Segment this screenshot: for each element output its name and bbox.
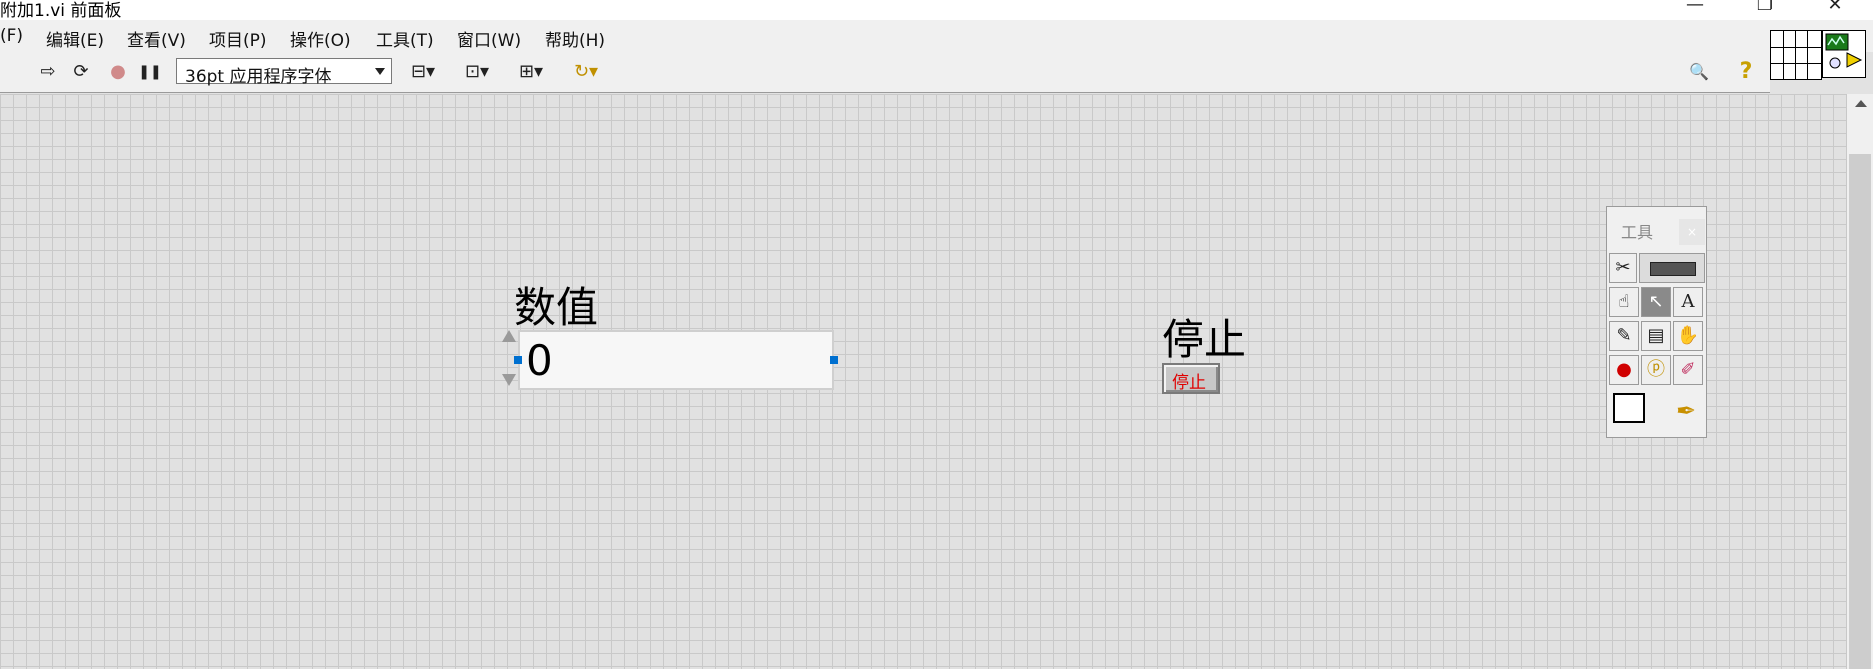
menu-help[interactable]: 帮助(H) (545, 26, 605, 51)
set-color-tool-icon[interactable]: ✒ (1669, 397, 1703, 433)
reorder-icon[interactable]: ↻▾ (566, 60, 606, 84)
connector-pane[interactable] (1770, 30, 1822, 80)
resize-handle-right[interactable] (830, 356, 838, 364)
restore-button[interactable]: ❐ (1740, 0, 1790, 20)
window-title: 附加1.vi 前面板 (0, 1, 122, 21)
menu-edit[interactable]: 编辑(E) (46, 26, 104, 51)
tools-palette-title: 工具 (1621, 223, 1654, 242)
operate-value-tool-icon[interactable]: ☝ (1609, 287, 1639, 317)
resize-objects-icon[interactable]: ⊞▾ (512, 60, 550, 84)
increment-arrow-icon[interactable] (502, 330, 516, 342)
numeric-control-label[interactable]: 数值 (514, 274, 598, 335)
connect-wire-tool-icon[interactable]: ✎ (1609, 321, 1639, 351)
resize-handle-left[interactable] (514, 356, 522, 364)
vertical-scrollbar[interactable] (1846, 94, 1873, 669)
menu-tools[interactable]: 工具(T) (376, 26, 434, 51)
vi-icon[interactable] (1822, 30, 1866, 78)
stop-button-label[interactable]: 停止 (1162, 306, 1246, 367)
title-bar: 附加1.vi 前面板 — ❐ ✕ (0, 0, 1873, 21)
get-color-tool-icon[interactable]: ✐ (1673, 355, 1703, 385)
numeric-value[interactable]: 0 (526, 336, 553, 385)
abort-execution-icon[interactable]: ● (106, 60, 130, 84)
align-objects-icon[interactable]: ⊟▾ (404, 60, 442, 84)
probe-tool-icon[interactable]: ⓟ (1641, 355, 1671, 385)
stop-button-text: 停止 (1172, 373, 1206, 393)
edit-text-tool-icon[interactable]: A (1673, 287, 1703, 317)
menu-bar: (F) 编辑(E) 查看(V) 项目(P) 操作(O) 工具(T) 窗口(W) … (0, 20, 1873, 52)
front-panel-canvas[interactable] (0, 94, 1846, 669)
foreground-color-swatch[interactable] (1613, 393, 1645, 423)
minimize-button[interactable]: — (1670, 0, 1720, 20)
run-continuously-icon[interactable]: ⟳ (68, 60, 94, 84)
chevron-down-icon (375, 68, 385, 75)
object-shortcut-menu-tool-icon[interactable]: ▤ (1641, 321, 1671, 351)
distribute-objects-icon[interactable]: ⊡▾ (458, 60, 496, 84)
scroll-thumb[interactable] (1849, 154, 1871, 669)
pause-icon[interactable]: ❚❚ (138, 60, 162, 84)
menu-project[interactable]: 项目(P) (209, 26, 267, 51)
font-select-value: 36pt 应用程序字体 (185, 67, 332, 87)
color-swatch[interactable] (1609, 389, 1665, 435)
auto-tool-led (1650, 262, 1696, 276)
font-select[interactable]: 36pt 应用程序字体 (176, 58, 392, 87)
breakpoint-tool-icon[interactable]: ● (1609, 355, 1639, 385)
close-button[interactable]: ✕ (1810, 0, 1860, 20)
toolbar: ⇨ ⟳ ● ❚❚ 36pt 应用程序字体 ⊟▾ ⊡▾ ⊞▾ ↻▾ 🔍 ? (0, 52, 1770, 93)
position-select-tool-icon[interactable]: ↖ (1641, 287, 1671, 317)
menu-window[interactable]: 窗口(W) (457, 26, 521, 51)
tools-palette[interactable]: 工具 × ✂ ☝ ↖ A ✎ ▤ ✋ ● ⓟ ✐ ✒ (1606, 206, 1707, 438)
run-icon[interactable]: ⇨ (36, 60, 60, 84)
menu-view[interactable]: 查看(V) (127, 26, 186, 51)
automatic-tool-indicator[interactable] (1639, 253, 1705, 283)
scroll-up-icon[interactable] (1855, 100, 1867, 107)
context-help-icon[interactable]: ? (1734, 60, 1758, 84)
stop-button[interactable]: 停止 (1162, 363, 1220, 394)
search-icon[interactable]: 🔍 (1684, 60, 1714, 84)
numeric-control[interactable]: 0 (518, 330, 834, 390)
menu-operate[interactable]: 操作(O) (290, 26, 351, 51)
scroll-window-tool-icon[interactable]: ✋ (1673, 321, 1703, 351)
decrement-arrow-icon[interactable] (502, 374, 516, 386)
menu-file[interactable]: (F) (0, 26, 23, 46)
vi-icon-graphic (1825, 33, 1863, 69)
tools-palette-close-button[interactable]: × (1679, 219, 1705, 245)
automatic-tool-selection-icon[interactable]: ✂ (1609, 253, 1637, 283)
